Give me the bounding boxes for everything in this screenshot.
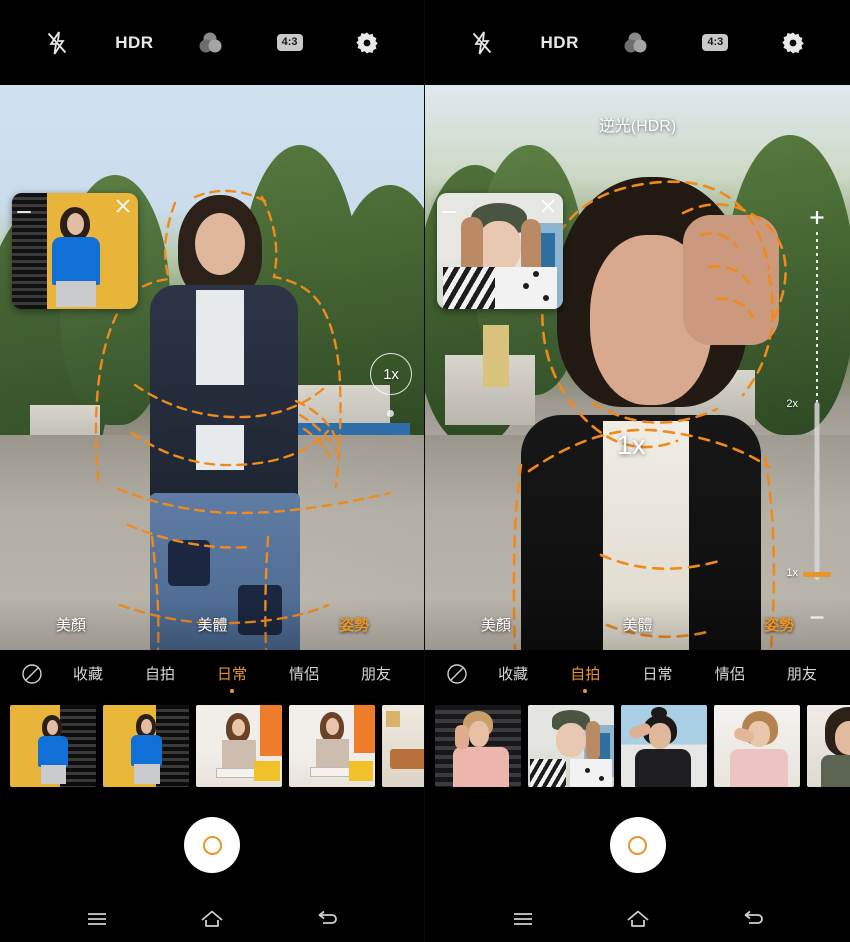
- zoom-level-label: 1x: [383, 365, 399, 383]
- category-tab-favorites[interactable]: 收藏: [52, 663, 124, 684]
- back-button[interactable]: [306, 904, 348, 934]
- category-tab-favorites[interactable]: 收藏: [477, 663, 549, 684]
- beauty-mode-body[interactable]: 美體: [567, 614, 709, 635]
- hdr-label: HDR: [115, 32, 154, 52]
- pose-thumb-5[interactable]: [807, 705, 850, 787]
- camera-top-toolbar: HDR 4:3: [0, 0, 424, 85]
- pose-thumbnail-strip[interactable]: [0, 697, 424, 795]
- recents-button[interactable]: [502, 904, 544, 934]
- aspect-ratio-label: 4:3: [702, 34, 729, 51]
- pose-reference-card[interactable]: [12, 193, 138, 309]
- aspect-ratio-label: 4:3: [276, 34, 303, 51]
- zoom-slider[interactable]: 2x 1x: [786, 210, 832, 625]
- home-button[interactable]: [191, 904, 233, 934]
- no-filter-icon[interactable]: [437, 663, 477, 685]
- android-navigation-bar: [0, 895, 424, 942]
- phone-screen-right: HDR 4:3 逆光(HDR) 1x 2x 1x 美顏 美體 姿勢 收藏 自拍 …: [425, 0, 850, 942]
- zoom-track-upper: [816, 232, 818, 402]
- recents-button[interactable]: [76, 904, 118, 934]
- zoom-min-label: 1x: [786, 567, 798, 579]
- drag-handle[interactable]: [442, 211, 456, 213]
- shutter-button[interactable]: [184, 817, 240, 873]
- category-tab-daily[interactable]: 日常: [196, 663, 268, 684]
- pose-thumbnail-strip[interactable]: [425, 697, 850, 795]
- category-tab-selfie[interactable]: 自拍: [124, 663, 196, 684]
- beauty-mode-face[interactable]: 美顏: [0, 614, 142, 635]
- zoom-track-lower[interactable]: [814, 402, 820, 580]
- hdr-toggle[interactable]: HDR: [111, 20, 157, 66]
- android-navigation-bar: [425, 895, 850, 942]
- category-tab-daily[interactable]: 日常: [621, 663, 693, 684]
- aspect-ratio-button[interactable]: 4:3: [692, 20, 738, 66]
- pose-thumb-1[interactable]: [10, 705, 96, 787]
- flash-off-icon[interactable]: [34, 20, 80, 66]
- settings-gear-icon[interactable]: [770, 20, 816, 66]
- beauty-mode-face[interactable]: 美顏: [425, 614, 567, 635]
- pose-category-bar: 收藏 自拍 日常 情侶 朋友: [425, 650, 850, 697]
- zoom-level-button[interactable]: 1x: [370, 353, 412, 395]
- zoom-max-label: 2x: [786, 398, 798, 410]
- camera-viewfinder[interactable]: 逆光(HDR) 1x 2x 1x 美顏 美體 姿勢: [425, 85, 850, 650]
- pose-thumb-1[interactable]: [435, 705, 521, 787]
- category-tab-friends[interactable]: 朋友: [340, 663, 412, 684]
- close-icon[interactable]: [114, 197, 132, 215]
- shutter-area: [0, 795, 424, 895]
- filter-icon[interactable]: [614, 20, 660, 66]
- settings-gear-icon[interactable]: [344, 20, 390, 66]
- category-tab-friends[interactable]: 朋友: [766, 663, 838, 684]
- camera-top-toolbar: HDR 4:3: [425, 0, 850, 85]
- no-filter-icon[interactable]: [12, 663, 52, 685]
- beauty-mode-body[interactable]: 美體: [142, 614, 284, 635]
- phone-screen-left: HDR 4:3 1x 美顏 美體 姿勢 收藏 自拍 日常 情侶 朋友: [0, 0, 425, 942]
- hdr-scene-label: 逆光(HDR): [598, 118, 677, 135]
- pose-thumb-4[interactable]: [289, 705, 375, 787]
- pose-reference-card[interactable]: [437, 193, 563, 309]
- flash-off-icon[interactable]: [459, 20, 505, 66]
- zoom-indicator-dot: [387, 410, 394, 417]
- dual-screenshot-comparison: HDR 4:3 1x 美顏 美體 姿勢 收藏 自拍 日常 情侶 朋友 HDR 4…: [0, 0, 850, 942]
- drag-handle[interactable]: [17, 211, 31, 213]
- shutter-inner-ring: [202, 835, 222, 855]
- hdr-label: HDR: [540, 32, 579, 52]
- category-tab-selfie[interactable]: 自拍: [549, 663, 621, 684]
- zoom-in-icon[interactable]: [810, 210, 825, 225]
- pose-thumb-3[interactable]: [196, 705, 282, 787]
- beauty-mode-row: 美顏 美體 姿勢: [425, 598, 850, 650]
- zoom-level-label[interactable]: 1x: [617, 430, 646, 461]
- close-icon[interactable]: [539, 197, 557, 215]
- beauty-mode-pose[interactable]: 姿勢: [708, 614, 850, 635]
- pose-thumb-4[interactable]: [714, 705, 800, 787]
- pose-category-bar: 收藏 自拍 日常 情侶 朋友: [0, 650, 424, 697]
- shutter-button[interactable]: [609, 817, 666, 873]
- pose-thumb-5[interactable]: [382, 705, 424, 787]
- category-tab-couple[interactable]: 情侶: [268, 663, 340, 684]
- category-tab-couple[interactable]: 情侶: [694, 663, 766, 684]
- aspect-ratio-button[interactable]: 4:3: [267, 20, 313, 66]
- pose-thumb-3[interactable]: [621, 705, 707, 787]
- pose-thumb-2[interactable]: [103, 705, 189, 787]
- shutter-inner-ring: [628, 835, 647, 855]
- beauty-mode-pose[interactable]: 姿勢: [283, 614, 424, 635]
- zoom-slider-handle[interactable]: [803, 572, 831, 577]
- filter-icon[interactable]: [189, 20, 235, 66]
- hdr-toggle[interactable]: HDR: [537, 20, 583, 66]
- camera-viewfinder[interactable]: 1x 美顏 美體 姿勢: [0, 85, 424, 650]
- pose-thumb-2[interactable]: [528, 705, 614, 787]
- back-button[interactable]: [732, 904, 774, 934]
- shutter-area: [425, 795, 850, 895]
- beauty-mode-row: 美顏 美體 姿勢: [0, 598, 424, 650]
- home-button[interactable]: [617, 904, 659, 934]
